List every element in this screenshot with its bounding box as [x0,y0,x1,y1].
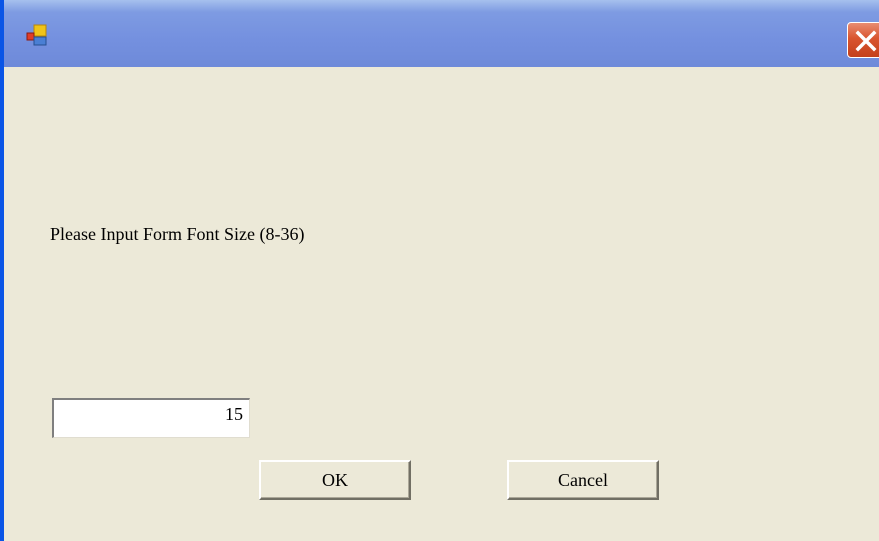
application-window-icon [26,24,47,46]
cancel-button[interactable]: Cancel [507,460,659,500]
title-bar[interactable] [4,0,879,67]
font-size-input[interactable] [52,398,250,438]
font-size-dialog: Please Input Form Font Size (8-36) OK Ca… [0,0,879,541]
ok-button[interactable]: OK [259,460,411,500]
prompt-label: Please Input Form Font Size (8-36) [50,224,305,244]
close-icon [855,30,877,52]
close-button[interactable] [847,22,879,58]
